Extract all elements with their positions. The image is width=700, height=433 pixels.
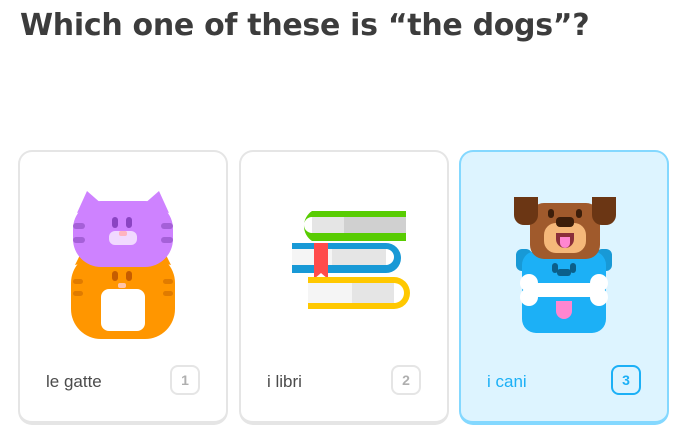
option-label: i libri [267, 372, 302, 391]
cats-illustration [20, 182, 226, 352]
option-label: le gatte [46, 372, 102, 391]
dogs-illustration [461, 182, 667, 352]
option-key-badge: 3 [611, 365, 641, 395]
option-card-le-gatte[interactable]: le gatte 1 [18, 150, 228, 425]
option-card-i-cani[interactable]: i cani 3 [459, 150, 669, 425]
option-label: i cani [487, 372, 527, 391]
books-illustration [241, 182, 447, 352]
option-card-i-libri[interactable]: i libri 2 [239, 150, 449, 425]
option-key-badge: 2 [391, 365, 421, 395]
option-key-badge: 1 [170, 365, 200, 395]
question-title: Which one of these is “the dogs”? [20, 8, 590, 43]
